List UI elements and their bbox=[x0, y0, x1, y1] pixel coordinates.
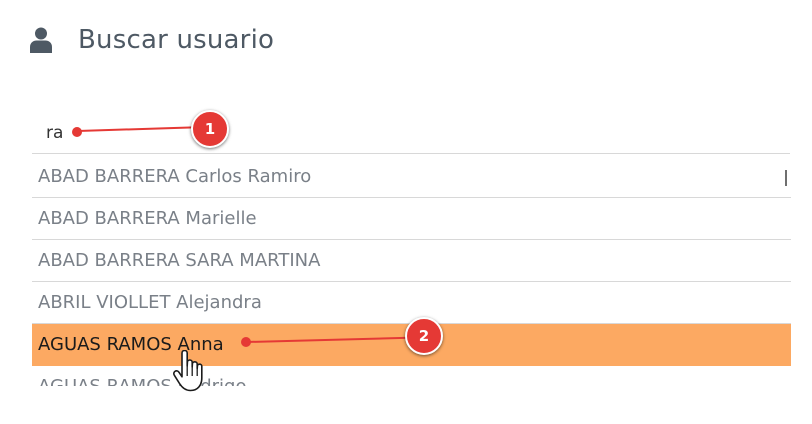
user-result-abad-barrera-carlos-ramiro[interactable]: ABAD BARRERA Carlos Ramiro bbox=[32, 156, 791, 198]
annotation-badge-1: 1 bbox=[191, 110, 229, 148]
page-header: Buscar usuario bbox=[30, 20, 274, 60]
user-result-abad-barrera-marielle[interactable]: ABAD BARRERA Marielle bbox=[32, 198, 791, 240]
annotation-2-pointer-dot bbox=[241, 337, 251, 347]
user-search-input[interactable] bbox=[32, 112, 790, 154]
hand-pointer-cursor-icon bbox=[172, 349, 208, 394]
user-icon bbox=[30, 27, 52, 53]
user-result-aguas-ramos-rodrigo[interactable]: AGUAS RAMOS Rodrigo bbox=[32, 366, 791, 386]
annotation-1-pointer-dot bbox=[72, 127, 82, 137]
annotation-badge-2: 2 bbox=[405, 317, 443, 355]
user-result-abad-barrera-sara-martina[interactable]: ABAD BARRERA SARA MARTINA bbox=[32, 240, 791, 282]
list-scrollbar-thumb[interactable] bbox=[785, 170, 787, 186]
page-title: Buscar usuario bbox=[78, 25, 275, 55]
user-result-abril-viollet-alejandra[interactable]: ABRIL VIOLLET Alejandra bbox=[32, 282, 791, 324]
user-results-list: ABAD BARRERA Carlos Ramiro ABAD BARRERA … bbox=[32, 156, 791, 386]
